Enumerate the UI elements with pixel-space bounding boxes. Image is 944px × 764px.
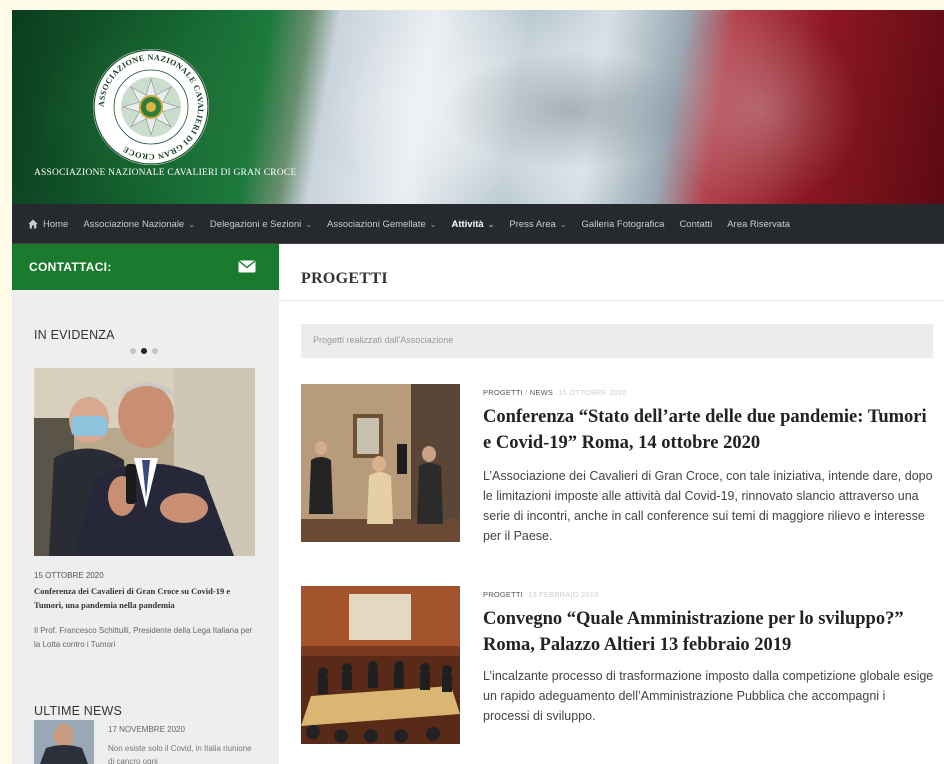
article-title-link[interactable]: Conferenza “Stato dell’arte delle due pa…: [483, 404, 935, 456]
carousel-dot-active[interactable]: [141, 348, 147, 354]
nav-item-label: Associazione Nazionale: [83, 218, 185, 230]
article-excerpt: L’incalzante processo di trasformazione …: [483, 669, 934, 723]
nav-item-galleria-fotografica[interactable]: Galleria Fotografica: [582, 219, 665, 230]
article-title-link[interactable]: Convegno “Quale Amministrazione per lo s…: [483, 606, 935, 658]
nav-item-label: Home: [43, 218, 69, 230]
mail-icon[interactable]: [238, 260, 256, 273]
nav-item-label: Press Area: [509, 218, 556, 230]
main-nav: Home Associazione Nazionale ⌄ Delegazioni e…: [12, 204, 944, 244]
nav-item-label: Galleria Fotografica: [581, 218, 665, 230]
category-description-text: Progetti realizzati dall'Associazione: [313, 335, 454, 345]
article-excerpt: L’Associazione dei Cavalieri di Gran Cro…: [483, 469, 933, 543]
nav-item-label: Contatti: [679, 218, 713, 230]
carousel-dot[interactable]: [152, 348, 158, 354]
category-link[interactable]: NEWS: [530, 388, 553, 397]
nav-item-area-riservata[interactable]: Area Riservata: [727, 219, 790, 230]
nav-item-label: Area Riservata: [727, 218, 791, 230]
latest-news-title: ULTIME NEWS: [34, 704, 123, 718]
contact-bar[interactable]: CONTATTACI:: [12, 244, 279, 290]
article-date: 13 FEBBRAIO 2019: [528, 590, 599, 599]
featured-photo[interactable]: [34, 368, 255, 556]
org-name: Associazione Nazionale Cavalieri di Gran…: [34, 168, 297, 178]
featured-title-link[interactable]: Conferenza dei Cavalieri di Gran Croce s…: [34, 584, 259, 612]
nav-item-label: Delegazioni e Sezioni: [209, 218, 302, 230]
featured-excerpt: Il Prof. Francesco Schittulli, President…: [34, 626, 253, 649]
nav-item-label: Associazioni Gemellate: [327, 218, 426, 230]
nav-item-attivit[interactable]: Attività ⌄: [451, 219, 494, 230]
chevron-down-icon: ⌄: [305, 219, 312, 229]
article-meta: PROGETTI 13 FEBBRAIO 2019: [483, 590, 599, 599]
chevron-down-icon: ⌄: [188, 219, 195, 229]
news-date: 17 NOVEMBRE 2020: [108, 725, 185, 734]
nav-item-contatti[interactable]: Contatti: [679, 219, 712, 230]
association-seal-logo[interactable]: ASSOCIAZIONE NAZIONALE CAVALIERI DI GRAN…: [90, 46, 212, 168]
category-link[interactable]: PROGETTI: [483, 590, 523, 599]
category-link[interactable]: PROGETTI: [483, 388, 523, 397]
article-meta: PROGETTI / NEWS 15 OTTOBRE 2020: [483, 388, 627, 397]
nav-item-associazione-nazionale[interactable]: Associazione Nazionale ⌄: [83, 219, 195, 230]
news-thumbnail[interactable]: [34, 720, 94, 764]
nav-item-home[interactable]: Home: [28, 219, 68, 230]
article-date: 15 OTTOBRE 2020: [558, 388, 627, 397]
divider: [279, 300, 944, 301]
news-excerpt-link[interactable]: Non esiste solo il Covid, in Italia riun…: [108, 742, 258, 764]
category-description: Progetti realizzati dall'Associazione: [301, 324, 933, 358]
contact-label: CONTATTACI:: [29, 260, 112, 274]
featured-section-title: IN EVIDENZA: [34, 328, 115, 342]
nav-item-delegazioni-e-sezioni[interactable]: Delegazioni e Sezioni ⌄: [210, 219, 312, 230]
nav-item-associazioni-gemellate[interactable]: Associazioni Gemellate ⌄: [327, 219, 436, 230]
chevron-down-icon: ⌄: [559, 219, 567, 229]
carousel-dot[interactable]: [130, 348, 136, 354]
carousel-dots: [130, 348, 158, 354]
sidebar: CONTATTACI: IN EVIDENZA 15 OTTOBRE 2020 …: [12, 244, 279, 764]
page-title: PROGETTI: [301, 270, 388, 287]
site-header: ASSOCIAZIONE NAZIONALE CAVALIERI DI GRAN…: [12, 10, 944, 204]
home-icon: [28, 219, 38, 229]
main-content: PROGETTI Progetti realizzati dall'Associ…: [279, 244, 944, 764]
page-frame: ASSOCIAZIONE NAZIONALE CAVALIERI DI GRAN…: [12, 10, 944, 764]
nav-item-press-area[interactable]: Press Area ⌄: [509, 219, 566, 230]
article-thumbnail[interactable]: [301, 384, 460, 542]
featured-date: 15 OTTOBRE 2020: [34, 571, 104, 580]
nav-item-label: Attività: [451, 218, 484, 230]
chevron-down-icon: ⌄: [487, 219, 495, 229]
article-thumbnail[interactable]: [301, 586, 460, 744]
chevron-down-icon: ⌄: [429, 219, 437, 229]
